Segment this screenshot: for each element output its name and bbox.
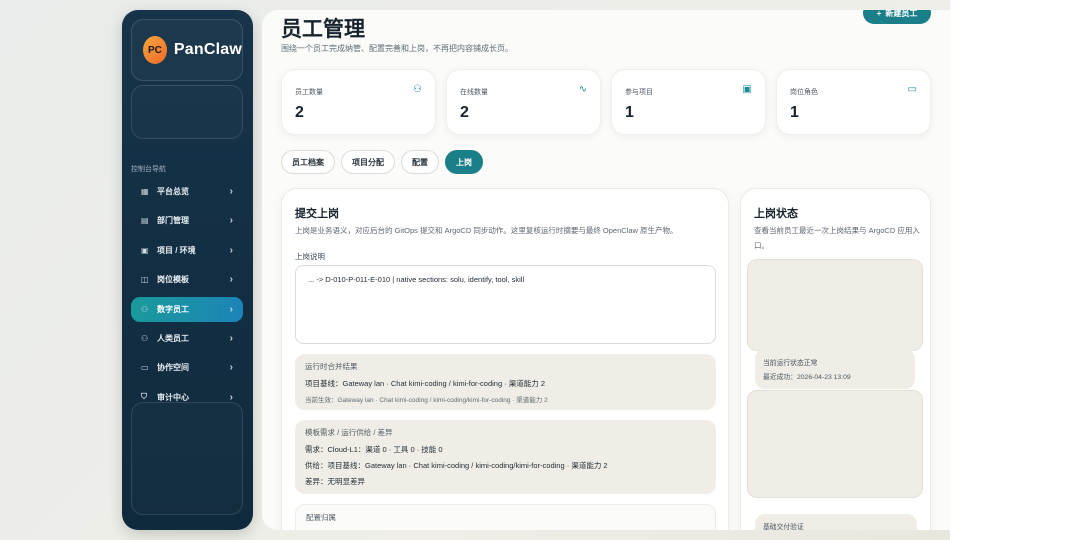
status-summary (755, 349, 915, 389)
main-panel: 员工管理 围绕一个员工完成纳管、配置完善和上岗，不再把内容铺成长页。 + 新建员… (262, 10, 950, 530)
user-icon: ⚇ (141, 333, 149, 343)
page-subtitle: 围绕一个员工完成纳管、配置完善和上岗，不再把内容铺成长页。 (281, 44, 513, 53)
chevron-right-icon: › (229, 215, 233, 227)
status-card-1 (747, 259, 923, 351)
submit-title: 提交上岗 (295, 208, 339, 220)
sidebar-item-2[interactable]: ▣ 项目 / 环境 › (131, 238, 243, 263)
sidebar: PC PanClaw 控制台导航 ▦ 平台总览 › ▤ 部门管理 › ▣ 项目 / 环境 › ◫ 岗… (122, 10, 253, 530)
page-title: 员工管理 (281, 18, 365, 41)
onboard-note-textarea[interactable]: ... -> D-010-P-011-E-010 | native sectio… (295, 265, 716, 344)
sidebar-item-label: 项目 / 环境 (157, 245, 196, 255)
template-diff-heading: 模板需求 / 运行供给 / 差异 (305, 428, 393, 437)
runtime-merge-heading: 运行时合并结果 (305, 362, 358, 371)
status-description: 查看当前员工最近一次上岗结果与 ArgoCD 应用入口。 (754, 226, 920, 250)
activity-icon: ∿ (578, 84, 587, 95)
plus-icon: + (876, 10, 882, 18)
tab-project-assign[interactable]: 项目分配 (341, 150, 395, 174)
new-employee-label: 新建员工 (885, 10, 918, 18)
tab-config[interactable]: 配置 (401, 150, 439, 174)
stat-value: 2 (460, 104, 469, 121)
stat-card-roles: 岗位角色 1 ▭ (776, 69, 931, 135)
submit-panel: 提交上岗 上岗是业务语义，对应后台的 GitOps 提交和 ArgoCD 同步动… (281, 188, 729, 530)
onboard-status-panel: 上岗状态 查看当前员工最近一次上岗结果与 ArgoCD 应用入口。 当前运行状态… (740, 188, 931, 530)
brand-logo: PC (143, 36, 167, 64)
template-icon: ◫ (141, 275, 149, 285)
brand[interactable]: PC PanClaw (131, 19, 243, 81)
sidebar-item-3[interactable]: ◫ 岗位模板 › (131, 267, 243, 292)
folder-icon: ▣ (742, 84, 752, 95)
runtime-merge-box: 运行时合并结果 项目基线：Gateway lan · Chat kimi-cod… (295, 354, 716, 410)
sidebar-item-label: 平台总览 (157, 187, 189, 196)
briefcase-icon: ▭ (907, 84, 917, 95)
stat-label: 岗位角色 (790, 89, 818, 96)
stat-label: 员工数量 (295, 89, 323, 96)
stat-card-online: 在线数量 2 ∿ (446, 69, 601, 135)
sidebar-card-bottom (131, 402, 243, 515)
runtime-supply: 供给：项目基线：Gateway lan · Chat kimi-coding /… (305, 461, 608, 470)
sidebar-item-5[interactable]: ⚇ 人类员工 › (131, 326, 243, 351)
config-ownership-box: 配置归属 (295, 504, 716, 530)
sidebar-item-label: 协作空间 (157, 363, 189, 373)
submit-description: 上岗是业务语义，对应后台的 GitOps 提交和 ArgoCD 同步动作。这里复… (295, 226, 678, 235)
sidebar-card-top (131, 85, 243, 139)
template-diff-box: 模板需求 / 运行供给 / 差异 需求：Cloud-L1：渠道 0 · 工具 0… (295, 420, 716, 494)
diff-result: 差异：无明显差异 (305, 477, 365, 486)
sidebar-item-label: 数字员工 (157, 304, 189, 314)
users-icon: ⚇ (413, 84, 422, 95)
sidebar-item-label: 人类员工 (157, 333, 189, 343)
onboard-note-label: 上岗说明 (295, 252, 325, 261)
nav-section-title: 控制台导航 (131, 166, 166, 173)
sidebar-item-1[interactable]: ▤ 部门管理 › (131, 208, 243, 233)
stat-label: 参与项目 (625, 89, 653, 96)
template-demand: 需求：Cloud-L1：渠道 0 · 工具 0 · 技能 0 (305, 445, 443, 454)
chat-icon: ▭ (141, 363, 149, 373)
chevron-right-icon: › (229, 274, 233, 286)
folder-icon: ▣ (141, 245, 149, 255)
status-title: 上岗状态 (754, 208, 798, 220)
stat-value: 1 (625, 104, 634, 121)
runtime-merge-baseline: 项目基线：Gateway lan · Chat kimi-coding / ki… (305, 379, 546, 388)
last-success-time: 最近成功：2026-04-23 13:09 (763, 374, 851, 381)
building-icon: ▤ (141, 216, 149, 226)
sidebar-item-6[interactable]: ▭ 协作空间 › (131, 355, 243, 380)
runtime-status-ok: 当前运行状态正常 (763, 360, 818, 367)
delivery-verify-heading: 基础交付验证 (763, 524, 804, 530)
config-ownership-heading: 配置归属 (306, 513, 336, 522)
users-icon: ⚇ (141, 304, 149, 314)
page-background-right (950, 0, 1080, 540)
sidebar-nav: ▦ 平台总览 › ▤ 部门管理 › ▣ 项目 / 环境 › ◫ 岗位模板 › ⚇ 数字员工 › ⚇ 人类员工 › ▭… (131, 179, 243, 414)
grid-icon: ▦ (141, 187, 149, 196)
tab-bar: 员工档案 项目分配 配置 上岗 (281, 150, 483, 174)
tab-profile[interactable]: 员工档案 (281, 150, 335, 174)
runtime-merge-effective: 当前生效：Gateway lan · Chat kimi-coding / ki… (305, 397, 548, 404)
status-card-2 (747, 390, 923, 498)
sidebar-item-label: 岗位模板 (157, 275, 189, 285)
chevron-right-icon: › (229, 303, 233, 315)
chevron-right-icon: › (229, 362, 233, 374)
sidebar-item-label: 部门管理 (157, 216, 189, 226)
shield-icon: ⛉ (141, 392, 147, 402)
chevron-right-icon: › (229, 186, 233, 197)
chevron-right-icon: › (229, 332, 233, 344)
brand-name: PanClaw (173, 41, 242, 58)
sidebar-item-4[interactable]: ⚇ 数字员工 › (131, 296, 243, 322)
stat-card-projects: 参与项目 1 ▣ (611, 69, 766, 135)
stat-card-employees: 员工数量 2 ⚇ (281, 69, 436, 135)
chevron-right-icon: › (229, 244, 233, 256)
stat-label: 在线数量 (460, 89, 488, 96)
stat-value: 1 (790, 104, 799, 121)
stat-value: 2 (295, 104, 304, 121)
tab-onboard[interactable]: 上岗 (445, 150, 483, 174)
new-employee-button[interactable]: + 新建员工 (863, 10, 931, 24)
sidebar-item-0[interactable]: ▦ 平台总览 › (131, 179, 243, 204)
